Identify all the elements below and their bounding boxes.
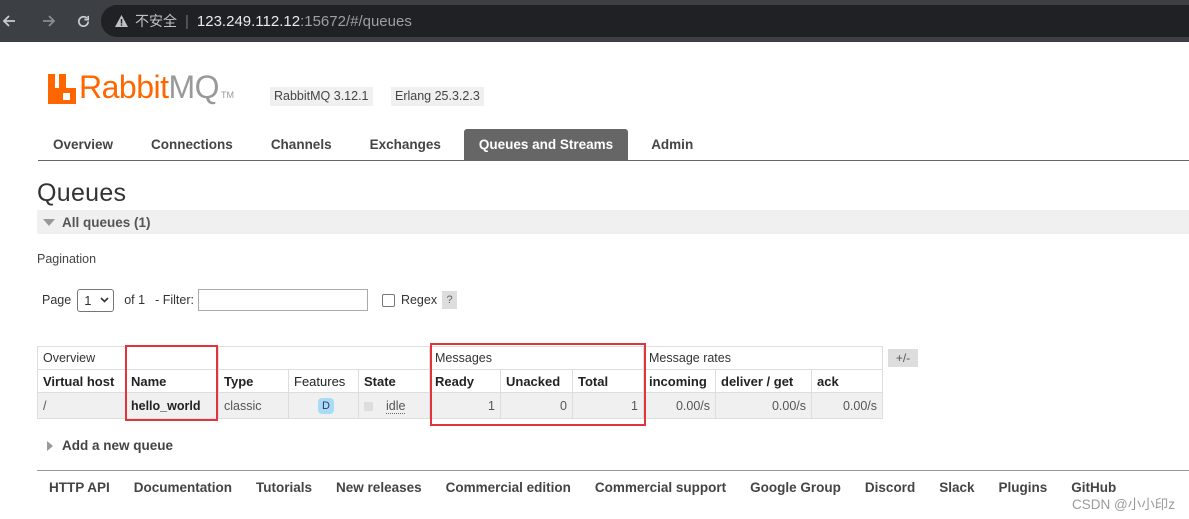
footer-commercial-support[interactable]: Commercial support [595, 480, 726, 495]
forward-arrow-icon[interactable] [32, 0, 66, 42]
main-tabs: Overview Connections Channels Exchanges … [38, 129, 1189, 161]
logo-wordmark: RabbitMQ [79, 69, 220, 105]
rabbitmq-version-badge: RabbitMQ 3.12.1 [270, 87, 373, 106]
column-toggle-button[interactable]: +/- [888, 349, 918, 367]
page-select-value: 1 [84, 292, 92, 308]
insecure-label: 不安全 [135, 13, 177, 29]
regex-help-button[interactable]: ? [442, 291, 458, 309]
state-indicator-icon [364, 401, 373, 411]
name-highlight-box [125, 345, 218, 421]
cell-deliver-get: 0.00/s [715, 392, 812, 419]
tab-overview[interactable]: Overview [38, 129, 128, 160]
cell-vhost: / [37, 392, 126, 419]
footer-slack[interactable]: Slack [939, 480, 974, 495]
footer-discord[interactable]: Discord [865, 480, 915, 495]
footer-links: HTTP API Documentation Tutorials New rel… [37, 470, 1189, 495]
group-message-rates: Message rates [643, 346, 883, 370]
col-incoming[interactable]: incoming [643, 369, 716, 393]
warning-icon[interactable] [113, 13, 129, 29]
col-ack[interactable]: ack [811, 369, 883, 393]
expand-triangle-icon [47, 440, 53, 451]
url-path: :15672/#/queues [300, 12, 412, 30]
erlang-version-badge: Erlang 25.3.2.3 [391, 87, 484, 106]
footer-tutorials[interactable]: Tutorials [256, 480, 312, 495]
page-count-label: of 1 [124, 293, 146, 307]
collapse-triangle-icon [43, 218, 55, 226]
tab-connections[interactable]: Connections [136, 129, 248, 160]
address-bar[interactable]: 不安全 | 123.249.112.12:15672/#/queues [101, 5, 1189, 37]
add-new-queue-toggle[interactable]: Add a new queue [47, 438, 173, 453]
group-overview-blank [218, 346, 430, 370]
logo-mq: MQ [168, 69, 220, 105]
col-type[interactable]: Type [218, 369, 289, 393]
tab-exchanges[interactable]: Exchanges [355, 129, 456, 160]
logo-trademark: TM [221, 90, 235, 100]
pagination-label: Pagination [37, 252, 97, 266]
regex-checkbox[interactable] [381, 293, 395, 307]
cell-state: idle [358, 392, 430, 419]
messages-highlight-box [430, 343, 646, 426]
filter-label: - Filter: [155, 293, 194, 307]
col-virtual-host[interactable]: Virtual host [37, 369, 126, 393]
footer-documentation[interactable]: Documentation [134, 480, 232, 495]
footer-http-api[interactable]: HTTP API [49, 480, 110, 495]
footer-plugins[interactable]: Plugins [998, 480, 1047, 495]
add-new-queue-label: Add a new queue [62, 438, 174, 453]
footer-new-releases[interactable]: New releases [336, 480, 422, 495]
all-queues-label: All queues (1) [62, 214, 151, 230]
rabbitmq-logo[interactable]: RabbitMQ TM [48, 70, 234, 104]
reload-icon[interactable] [66, 0, 100, 42]
col-features[interactable]: Features [288, 369, 359, 393]
footer-google-group[interactable]: Google Group [750, 480, 841, 495]
footer-commercial-edition[interactable]: Commercial edition [446, 480, 571, 495]
all-queues-section-toggle[interactable]: All queues (1) [37, 210, 1189, 234]
cell-type: classic [218, 392, 289, 419]
tab-admin[interactable]: Admin [636, 129, 708, 160]
url-host: 123.249.112.12 [196, 12, 301, 30]
filter-input[interactable] [197, 289, 368, 311]
csdn-watermark: CSDN @小小印z [1072, 497, 1175, 512]
page-label: Page [42, 293, 72, 307]
tab-queues-and-streams[interactable]: Queues and Streams [463, 129, 629, 160]
tab-channels[interactable]: Channels [256, 129, 347, 160]
cell-ack: 0.00/s [811, 392, 883, 419]
page-title: Queues [37, 179, 127, 207]
rabbit-logo-icon [48, 74, 76, 104]
col-deliver-get[interactable]: deliver / get [715, 369, 812, 393]
col-state[interactable]: State [358, 369, 430, 393]
cell-incoming: 0.00/s [643, 392, 716, 419]
cell-features: D [288, 392, 359, 419]
state-label: idle [386, 398, 406, 414]
browser-toolbar: 不安全 | 123.249.112.12:15672/#/queues [0, 0, 1189, 42]
pagination-controls: Page 1 of 1 - Filter: Regex ? [42, 288, 458, 312]
url-separator: | [185, 12, 189, 30]
back-arrow-icon[interactable] [0, 0, 20, 42]
page-select[interactable]: 1 [77, 288, 115, 312]
regex-label: Regex [400, 293, 438, 307]
durable-feature-badge: D [318, 397, 334, 414]
logo-rabbit: Rabbit [79, 69, 169, 105]
chevron-down-icon [100, 297, 109, 303]
